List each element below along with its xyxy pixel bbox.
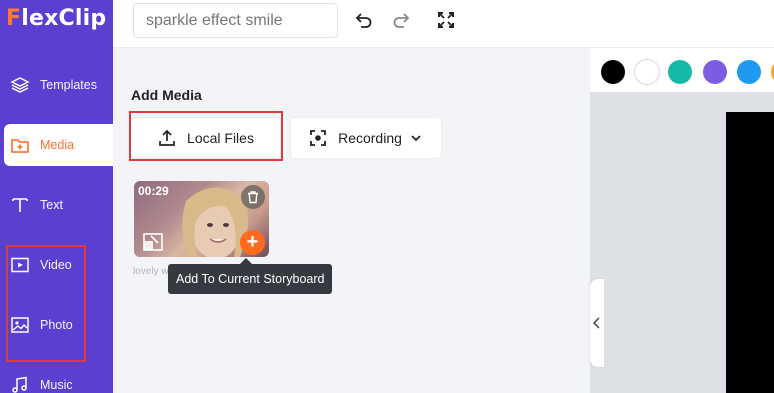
sidebar-item-label: Music [40, 378, 73, 392]
clip-duration: 00:29 [138, 184, 169, 198]
sidebar-item-label: Templates [40, 78, 97, 92]
color-swatch-teal[interactable] [668, 60, 692, 84]
color-palette [590, 48, 774, 92]
text-t-icon [10, 195, 30, 215]
top-toolbar [113, 0, 774, 48]
sidebar-item-media[interactable]: Media [4, 124, 113, 166]
highlight-box [6, 245, 86, 362]
sidebar-item-music[interactable]: Music [0, 364, 113, 393]
sidebar-item-text[interactable]: Text [0, 184, 113, 226]
chevron-down-icon [410, 131, 424, 145]
sidebar-item-label: Media [40, 138, 75, 152]
highlight-box [129, 111, 283, 161]
collapse-panel-button[interactable] [590, 279, 604, 367]
media-panel: Add Media Local Files Recording 00:29 + … [113, 48, 590, 393]
color-swatch-black[interactable] [601, 60, 625, 84]
sidebar: FlexClip Templates Media Text Video Phot… [0, 0, 113, 393]
sidebar-item-label: Text [40, 198, 63, 212]
recording-button[interactable]: Recording [291, 118, 441, 158]
color-swatch-blue[interactable] [737, 60, 761, 84]
redo-icon[interactable] [390, 9, 412, 31]
tooltip: Add To Current Storyboard [168, 258, 333, 294]
media-clip-thumbnail[interactable]: 00:29 + [134, 181, 269, 257]
button-label: Recording [338, 130, 402, 146]
layers-icon [10, 75, 30, 95]
record-icon [308, 128, 328, 148]
undo-icon[interactable] [353, 9, 375, 31]
folder-plus-icon [10, 135, 30, 155]
music-icon [10, 375, 30, 393]
picture-in-picture-icon[interactable] [143, 233, 163, 251]
search-input[interactable] [133, 3, 338, 38]
color-swatch-white[interactable] [635, 60, 659, 84]
flexclip-logo[interactable]: FlexClip [6, 6, 106, 31]
sidebar-item-templates[interactable]: Templates [0, 64, 113, 106]
video-canvas[interactable] [726, 112, 774, 393]
color-swatch-purple[interactable] [703, 60, 727, 84]
chevron-left-icon [592, 317, 600, 329]
section-title: Add Media [131, 87, 202, 103]
fullscreen-icon[interactable] [435, 9, 457, 31]
trash-icon[interactable] [241, 185, 265, 209]
add-to-storyboard-button[interactable]: + [240, 230, 265, 255]
clip-name: lovely w [133, 266, 169, 277]
